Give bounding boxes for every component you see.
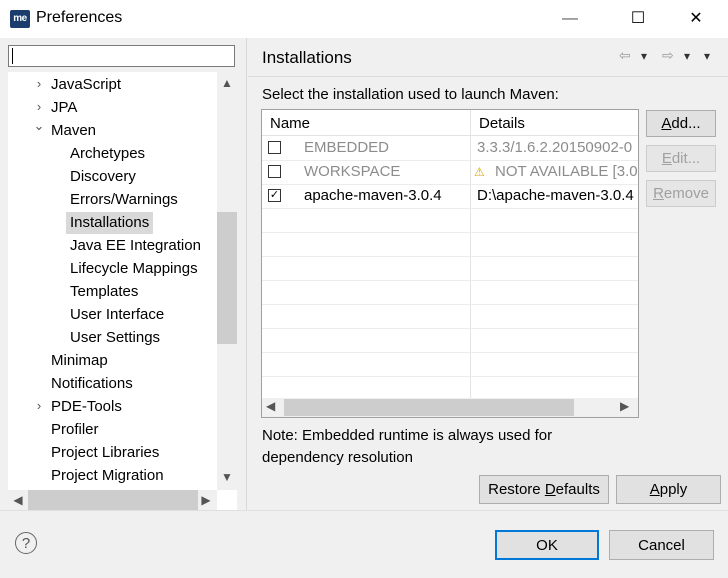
scroll-right-icon[interactable]: ▶ [198, 490, 214, 510]
installations-table: Name Details EMBEDDED 3.3.3/1.6.2.201509… [261, 109, 639, 418]
empty-row [262, 352, 638, 377]
minimize-button[interactable]: — [547, 0, 593, 38]
tree-horizontal-scroll-thumb[interactable] [28, 490, 198, 510]
maximize-button[interactable]: ☐ [615, 0, 661, 38]
tree-item-archetypes[interactable]: Archetypes [70, 143, 145, 165]
apply-button[interactable]: Apply [616, 475, 721, 504]
tree-item-user-settings[interactable]: User Settings [70, 327, 160, 349]
back-dropdown-icon[interactable]: ▾ [641, 49, 647, 63]
forward-arrow-icon[interactable]: ⇨ [662, 47, 674, 64]
forward-dropdown-icon[interactable]: ▾ [684, 49, 690, 63]
scroll-up-icon[interactable]: ▲ [217, 76, 237, 90]
table-row[interactable]: EMBEDDED 3.3.3/1.6.2.20150902-0 [262, 136, 638, 161]
tree-item-minimap[interactable]: Minimap [51, 350, 108, 372]
ok-button[interactable]: OK [495, 530, 599, 560]
row-checkbox[interactable] [268, 165, 281, 178]
tree-item-maven[interactable]: Maven [51, 120, 96, 142]
scroll-left-icon[interactable]: ◀ [10, 490, 26, 510]
expand-arrow-icon[interactable]: › [32, 99, 46, 114]
table-row[interactable]: WORKSPACE ⚠ NOT AVAILABLE [3.0 [262, 160, 638, 185]
row-name: EMBEDDED [304, 139, 390, 156]
tree-item-java-ee-integration[interactable]: Java EE Integration [70, 235, 201, 257]
help-icon[interactable]: ? [15, 532, 37, 554]
app-logo: me [10, 10, 30, 28]
empty-row [262, 256, 638, 281]
remove-button[interactable]: Remove [646, 180, 716, 207]
tree-item-errors-warnings[interactable]: Errors/Warnings [70, 189, 178, 211]
tree-item-pde-tools[interactable]: PDE-Tools [51, 396, 122, 418]
table-row[interactable]: ✓ apache-maven-3.0.4 D:\apache-maven-3.0… [262, 184, 638, 209]
collapse-arrow-icon[interactable]: ⌄ [32, 118, 46, 134]
scroll-right-icon[interactable]: ▶ [620, 399, 629, 413]
row-name: WORKSPACE [304, 163, 401, 180]
tree-vertical-scroll-thumb[interactable] [217, 212, 237, 344]
scroll-down-icon[interactable]: ▼ [217, 470, 237, 484]
filter-input[interactable] [8, 45, 235, 67]
column-header-name[interactable]: Name [262, 110, 471, 136]
table-horizontal-scroll-thumb[interactable] [284, 399, 574, 416]
tree-item-javascript[interactable]: JavaScript [51, 74, 121, 96]
page-title: Installations [262, 48, 352, 67]
row-details: 3.3.3/1.6.2.20150902-0 [477, 139, 633, 156]
row-details: D:\apache-maven-3.0.4 [477, 187, 634, 204]
panel-splitter[interactable] [246, 38, 247, 510]
row-checkbox[interactable] [268, 141, 281, 154]
expand-arrow-icon[interactable]: › [32, 76, 46, 91]
empty-row [262, 232, 638, 257]
footer-separator [0, 510, 728, 511]
warning-icon: ⚠ [474, 165, 485, 179]
tree-item-user-interface[interactable]: User Interface [70, 304, 164, 326]
row-name: apache-maven-3.0.4 [304, 187, 442, 204]
row-details: NOT AVAILABLE [3.0 [495, 163, 638, 180]
tree-item-lifecycle-mappings[interactable]: Lifecycle Mappings [70, 258, 198, 280]
tree-item-discovery[interactable]: Discovery [70, 166, 136, 188]
row-checkbox-checked[interactable]: ✓ [268, 189, 281, 202]
empty-row [262, 208, 638, 233]
tree-item-templates[interactable]: Templates [70, 281, 138, 303]
preference-tree: › JavaScript › JPA ⌄ Maven Archetypes Di… [8, 72, 237, 510]
instructions-label: Select the installation used to launch M… [262, 86, 559, 103]
add-button[interactable]: Add... [646, 110, 716, 137]
edit-button[interactable]: Edit... [646, 145, 716, 172]
cancel-button[interactable]: Cancel [609, 530, 714, 560]
tree-item-project-migration[interactable]: Project Migration [51, 465, 164, 487]
tree-item-notifications[interactable]: Notifications [51, 373, 133, 395]
empty-row [262, 304, 638, 329]
tree-item-profiler[interactable]: Profiler [51, 419, 99, 441]
scroll-left-icon[interactable]: ◀ [266, 399, 275, 413]
tree-item-jpa[interactable]: JPA [51, 97, 77, 119]
embedded-runtime-note: Note: Embedded runtime is always used fo… [262, 427, 553, 466]
empty-row [262, 328, 638, 353]
text-caret [12, 48, 13, 64]
view-menu-icon[interactable]: ▾ [704, 49, 710, 63]
restore-defaults-button[interactable]: Restore Defaults [479, 475, 609, 504]
tree-item-installations[interactable]: Installations [66, 212, 154, 234]
back-arrow-icon[interactable]: ⇦ [619, 47, 631, 64]
window-title: Preferences [36, 9, 123, 26]
close-button[interactable]: ✕ [673, 0, 719, 38]
empty-row [262, 280, 638, 305]
tree-item-project-libraries[interactable]: Project Libraries [51, 442, 159, 464]
expand-arrow-icon[interactable]: › [32, 398, 46, 413]
column-header-details[interactable]: Details [471, 110, 638, 136]
